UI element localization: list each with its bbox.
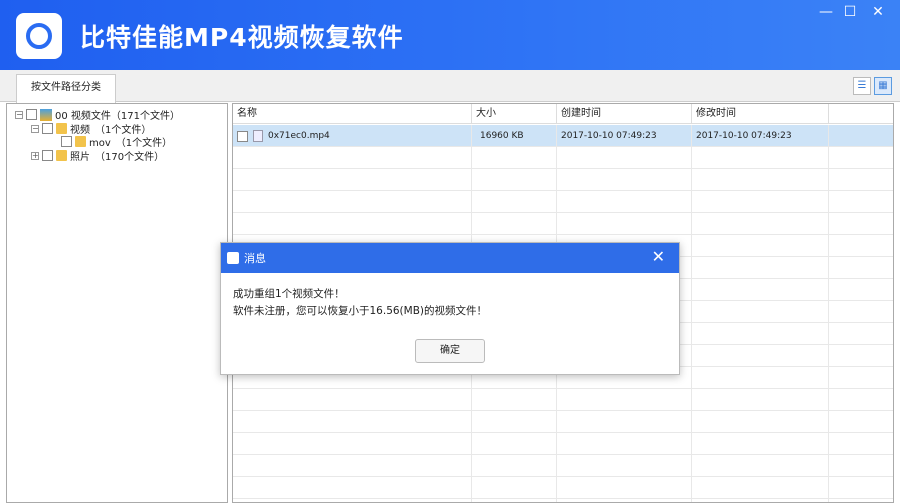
drive-icon bbox=[40, 108, 52, 121]
dialog-message-line2: 软件未注册，您可以恢复小于16.56(MB)的视频文件！ bbox=[233, 305, 488, 317]
tab-bar: 按文件路径分类 ☰ ▦ bbox=[0, 70, 900, 103]
expand-icon[interactable]: + bbox=[31, 151, 39, 160]
ok-button[interactable]: 确定 bbox=[415, 339, 485, 363]
dialog-message-line1: 成功重组1个视频文件！ bbox=[233, 288, 345, 300]
table-row[interactable]: 0x71ec0.mp4 16960 KB 2017-10-10 07:49:23… bbox=[233, 125, 893, 147]
empty-row bbox=[233, 455, 893, 477]
message-dialog: 消息 ✕ 成功重组1个视频文件！ 软件未注册，您可以恢复小于16.56(MB)的… bbox=[220, 242, 680, 375]
empty-row bbox=[233, 499, 893, 502]
empty-row bbox=[233, 213, 893, 235]
file-modified: 2017-10-10 07:49:23 bbox=[692, 125, 829, 147]
file-size: 16960 KB bbox=[472, 125, 557, 147]
app-title: 比特佳能MP4视频恢复软件 bbox=[80, 23, 404, 52]
folder-icon bbox=[56, 123, 67, 134]
checkbox[interactable] bbox=[42, 150, 53, 161]
empty-row bbox=[233, 389, 893, 411]
close-button[interactable]: ✕ bbox=[866, 4, 890, 20]
tree-node-mov[interactable]: mov （1个文件） bbox=[61, 134, 172, 149]
list-view-button[interactable]: ☰ bbox=[853, 77, 871, 95]
tree-node-root[interactable]: − 00 视频文件（171个文件） bbox=[15, 107, 180, 122]
column-header-size[interactable]: 大小 bbox=[472, 104, 557, 124]
column-header-name[interactable]: 名称 bbox=[233, 104, 472, 124]
tree-node-label: 00 视频文件（171个文件） bbox=[55, 111, 180, 122]
empty-row bbox=[233, 411, 893, 433]
folder-tree: − 00 视频文件（171个文件） − 视频 （1个文件） mov （1个文件）… bbox=[6, 103, 228, 503]
checkbox[interactable] bbox=[42, 123, 53, 134]
folder-icon bbox=[75, 136, 86, 147]
file-created: 2017-10-10 07:49:23 bbox=[557, 125, 692, 147]
file-name: 0x71ec0.mp4 bbox=[268, 131, 330, 141]
empty-row bbox=[233, 433, 893, 455]
tree-node-photos[interactable]: + 照片 （170个文件） bbox=[31, 148, 164, 163]
app-icon bbox=[227, 252, 239, 264]
maximize-button[interactable]: ☐ bbox=[838, 4, 862, 20]
dialog-close-button[interactable]: ✕ bbox=[652, 247, 665, 266]
collapse-icon[interactable]: − bbox=[31, 124, 39, 133]
video-file-icon bbox=[253, 130, 263, 142]
checkbox[interactable] bbox=[61, 136, 72, 147]
title-bar: 比特佳能MP4视频恢复软件 — ☐ ✕ bbox=[0, 0, 900, 70]
tab-by-path[interactable]: 按文件路径分类 bbox=[16, 74, 116, 103]
empty-row bbox=[233, 147, 893, 169]
tree-node-label: mov （1个文件） bbox=[89, 138, 173, 149]
empty-row bbox=[233, 169, 893, 191]
minimize-button[interactable]: — bbox=[814, 4, 838, 20]
empty-row bbox=[233, 477, 893, 499]
grid-view-button[interactable]: ▦ bbox=[874, 77, 892, 95]
empty-row bbox=[233, 191, 893, 213]
dialog-title: 消息 bbox=[244, 252, 266, 265]
column-header-modified[interactable]: 修改时间 bbox=[692, 104, 829, 124]
table-header: 名称 大小 创建时间 修改时间 bbox=[233, 104, 893, 124]
checkbox[interactable] bbox=[26, 109, 37, 120]
checkbox[interactable] bbox=[237, 130, 248, 142]
tree-node-label: 照片 （170个文件） bbox=[70, 152, 165, 163]
column-header-created[interactable]: 创建时间 bbox=[557, 104, 692, 124]
collapse-icon[interactable]: − bbox=[15, 110, 23, 119]
app-logo-icon bbox=[16, 13, 62, 59]
folder-icon bbox=[56, 150, 67, 161]
